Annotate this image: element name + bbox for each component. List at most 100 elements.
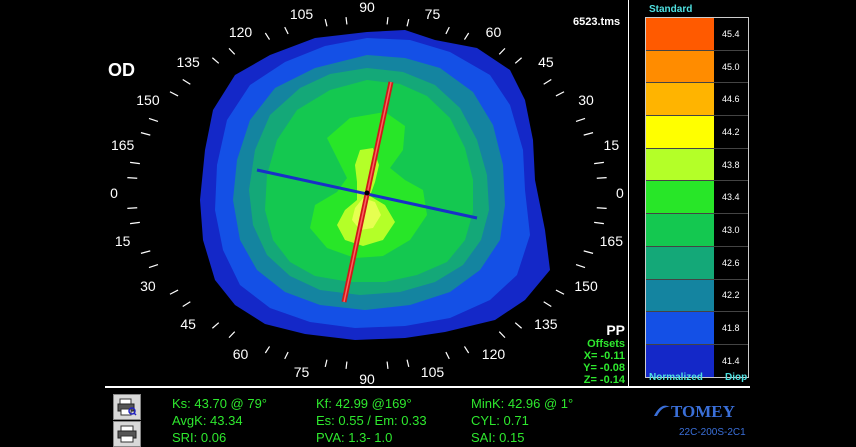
dial-tick <box>575 117 586 123</box>
dial-tick <box>228 47 236 55</box>
dial-label: 15 <box>114 233 131 250</box>
dial-label: 135 <box>176 53 200 70</box>
dial-label: 105 <box>289 5 314 22</box>
right-letterbox <box>750 0 856 447</box>
pva-readout: PVA: 1.3- 1.0 <box>316 430 393 445</box>
dial-tick <box>182 79 191 85</box>
dial-label: 75 <box>424 5 441 22</box>
scale-value: 43.8 <box>722 159 740 170</box>
dial-tick <box>127 207 138 209</box>
dial-label: 150 <box>136 92 160 109</box>
dial-tick <box>583 250 594 254</box>
scale-value: 42.2 <box>722 290 740 301</box>
dial-tick <box>575 263 586 269</box>
pp-offset-y: Y= -0.08 <box>583 362 625 374</box>
dial-tick <box>583 132 594 136</box>
dial-label: 105 <box>420 364 445 381</box>
mink-readout: MinK: 42.96 @ 1° <box>471 396 574 411</box>
scale-step: 45.4 <box>646 18 748 51</box>
dial-tick <box>543 79 552 85</box>
sri-readout: SRI: 0.06 <box>172 430 227 445</box>
dial-label: 150 <box>574 277 598 294</box>
dial-tick <box>182 301 191 307</box>
dial-tick <box>345 361 348 369</box>
pp-title: PP <box>606 322 625 338</box>
dial-label: 30 <box>140 277 156 294</box>
dial-tick <box>596 207 607 209</box>
tomey-swoosh-icon <box>654 405 670 416</box>
dial-tick <box>514 322 523 329</box>
scale-value: 42.6 <box>722 257 740 268</box>
device-code: 22C-200S-2C1 <box>679 427 746 438</box>
print-button[interactable] <box>113 421 141 447</box>
scale-swatch <box>646 214 714 246</box>
scale-value: 41.8 <box>722 323 740 334</box>
dial-tick <box>211 322 220 329</box>
scale-step: 41.8 <box>646 312 748 345</box>
avgk-readout: AvgK: 43.34 <box>172 413 243 428</box>
eye-label: OD <box>108 60 135 80</box>
dial-label: 0 <box>110 185 118 201</box>
left-letterbox <box>0 0 105 447</box>
dial-label: 120 <box>481 345 506 362</box>
tomey-logo: TOMEY <box>653 402 735 422</box>
color-scale: 45.4 45.0 44.6 44.2 43.8 43.4 43.0 42.6 42.2 41.8… <box>645 17 749 378</box>
scale-value: 44.2 <box>722 126 740 137</box>
scale-swatch <box>646 116 714 148</box>
dial-tick <box>463 32 470 40</box>
dial-tick <box>498 47 506 55</box>
dial-label: 120 <box>228 24 253 41</box>
scale-swatch <box>646 148 714 181</box>
printer-icon <box>117 425 137 443</box>
pp-offsets-label: Offsets <box>587 338 625 350</box>
scale-step: 44.2 <box>646 116 748 149</box>
scale-step: 42.6 <box>646 246 748 280</box>
tomey-logo-text: TOMEY <box>671 402 735 421</box>
dial-label: 30 <box>578 92 594 109</box>
dial-tick <box>345 17 348 25</box>
scale-swatch <box>646 83 714 116</box>
dial-tick <box>555 289 565 295</box>
dial-tick <box>445 351 450 360</box>
dial-tick <box>140 132 151 136</box>
scale-value: 44.6 <box>722 94 740 105</box>
color-scale-legend: Standard 45.4 45.0 44.6 44.2 43.8 43.4 43.0 42.… <box>628 0 750 386</box>
dial-tick <box>211 57 220 64</box>
dial-tick <box>169 289 179 295</box>
dial-tick <box>284 26 289 35</box>
dial-label: 75 <box>293 364 310 381</box>
topography-screen: 90 105 120 135 150 165 0 15 30 45 60 75 90 105 120 135 1… <box>105 0 750 447</box>
scale-step: 42.2 <box>646 279 748 313</box>
dial-tick <box>386 17 389 25</box>
dial-tick <box>324 19 328 27</box>
dial-tick <box>406 359 410 367</box>
dial-tick <box>596 177 607 179</box>
dial-tick <box>406 19 410 27</box>
dial-label: 165 <box>599 233 624 250</box>
scale-value: 45.0 <box>722 61 740 72</box>
dial-label: 45 <box>180 316 196 333</box>
dial-tick <box>386 361 389 369</box>
pp-offset-z: Z= -0.14 <box>583 374 625 386</box>
scale-value: 43.4 <box>722 192 740 203</box>
cyl-readout: CYL: 0.71 <box>471 413 529 428</box>
pp-offset-x: X= -0.11 <box>583 350 625 362</box>
scale-swatch <box>646 181 714 214</box>
dial-tick <box>148 263 159 269</box>
scale-step: 43.4 <box>646 181 748 215</box>
print-preview-button[interactable] <box>113 394 141 420</box>
legend-title: Standard <box>649 4 693 15</box>
scale-value: 41.4 <box>722 355 740 366</box>
dial-label: 90 <box>359 370 375 387</box>
print-preview-icon <box>117 398 137 416</box>
scale-step: 43.0 <box>646 214 748 247</box>
legend-unit-label: Diop <box>725 372 748 383</box>
dial-tick <box>148 117 159 123</box>
dial-tick <box>264 32 271 40</box>
dial-tick <box>445 26 450 35</box>
dial-tick <box>463 346 470 354</box>
scale-swatch <box>646 18 714 50</box>
dial-tick <box>130 161 140 165</box>
dial-tick <box>514 57 523 64</box>
dial-tick <box>127 177 138 179</box>
